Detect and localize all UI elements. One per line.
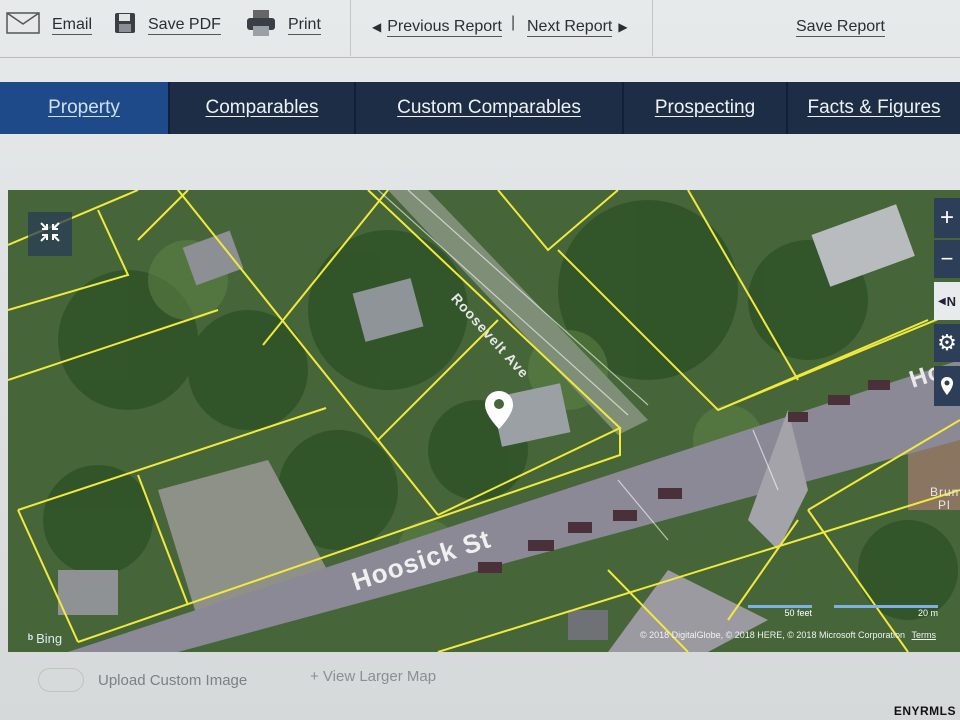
map-marker-icon [941, 377, 953, 395]
poi-label: Brun Pl [930, 486, 959, 512]
zoom-in-label: + [939, 204, 954, 231]
email-label: Email [52, 15, 93, 35]
tab-custom-comparables[interactable]: Custom Comparables [356, 82, 624, 134]
triangle-left-icon: ◀ [372, 20, 382, 34]
scale-feet-label: 50 feet [784, 608, 812, 618]
save-report-button[interactable]: Save Report [796, 12, 885, 42]
zoom-out-button[interactable]: − [934, 240, 960, 278]
location-pin-icon[interactable] [484, 390, 514, 430]
tab-prospecting[interactable]: Prospecting [624, 82, 788, 134]
email-button[interactable]: Email [6, 10, 93, 40]
tab-comparables-label: Comparables [205, 97, 319, 118]
report-tab-bar: Property Comparables Custom Comparables … [0, 82, 960, 134]
map-attribution: © 2018 DigitalGlobe, © 2018 HERE, © 2018… [640, 630, 936, 640]
poi-label-line2: Pl [938, 498, 951, 512]
mls-watermark: ENYRMLS [893, 704, 956, 718]
gear-icon: ⚙ [937, 330, 957, 355]
map-settings-button[interactable]: ⚙ [934, 324, 960, 362]
tab-facts-figures[interactable]: Facts & Figures [788, 82, 960, 134]
bing-logo: ᵇ Bing [28, 631, 62, 646]
printer-icon [246, 9, 276, 42]
compass-label: N [946, 293, 957, 309]
terms-link[interactable]: Terms [912, 630, 937, 640]
report-screen: Email Save PDF Print ◀ Previous Report |… [0, 0, 960, 720]
triangle-right-icon: ▶ [618, 20, 628, 34]
compass-button[interactable]: ◀ N [934, 282, 960, 320]
bing-b-icon: ᵇ [28, 631, 34, 646]
previous-report-label: Previous Report [387, 17, 502, 37]
compass-icon: ◀ [937, 295, 946, 307]
toolbar-divider [652, 0, 653, 56]
print-button[interactable]: Print [246, 9, 321, 42]
collapse-map-button[interactable] [28, 212, 72, 256]
tab-comparables[interactable]: Comparables [170, 82, 356, 134]
nav-pipe-separator: | [511, 14, 516, 31]
upload-custom-image-link[interactable]: Upload Custom Image [98, 672, 247, 689]
upload-toggle-icon[interactable] [38, 668, 84, 692]
scale-bar-meters: 20 m [834, 603, 938, 618]
save-pdf-button[interactable]: Save PDF [114, 10, 221, 40]
map-footer: Upload Custom Image + View Larger Map EN… [0, 660, 960, 720]
view-larger-map-link[interactable]: + View Larger Map [310, 668, 436, 685]
toolbar-divider [350, 0, 351, 56]
previous-report-link[interactable]: ◀ Previous Report [372, 12, 502, 42]
tab-property-label: Property [48, 97, 120, 118]
print-label: Print [288, 15, 321, 35]
locate-button[interactable] [934, 366, 960, 406]
tab-prospecting-label: Prospecting [654, 97, 756, 118]
zoom-out-label: − [940, 246, 954, 271]
tab-facts-figures-label: Facts & Figures [807, 97, 941, 118]
floppy-disk-icon [114, 12, 136, 39]
save-pdf-label: Save PDF [148, 15, 221, 35]
tab-property[interactable]: Property [0, 82, 170, 134]
scale-bar-feet: 50 feet [748, 603, 812, 618]
collapse-arrows-icon [38, 220, 62, 249]
zoom-in-button[interactable]: + [934, 198, 960, 238]
attribution-text: © 2018 DigitalGlobe, © 2018 HERE, © 2018… [639, 630, 905, 640]
envelope-icon [6, 11, 40, 39]
scale-meters-label: 20 m [917, 608, 938, 618]
next-report-link[interactable]: Next Report ▶ [527, 12, 628, 42]
bing-label: Bing [36, 631, 63, 646]
next-report-label: Next Report [527, 17, 613, 37]
aerial-map[interactable]: Roosevelt Ave Hoosick St Ho Brun Pl + − … [8, 190, 960, 652]
tab-custom-comparables-label: Custom Comparables [397, 97, 581, 118]
report-toolbar: Email Save PDF Print ◀ Previous Report |… [0, 0, 960, 58]
save-report-label: Save Report [796, 17, 885, 37]
